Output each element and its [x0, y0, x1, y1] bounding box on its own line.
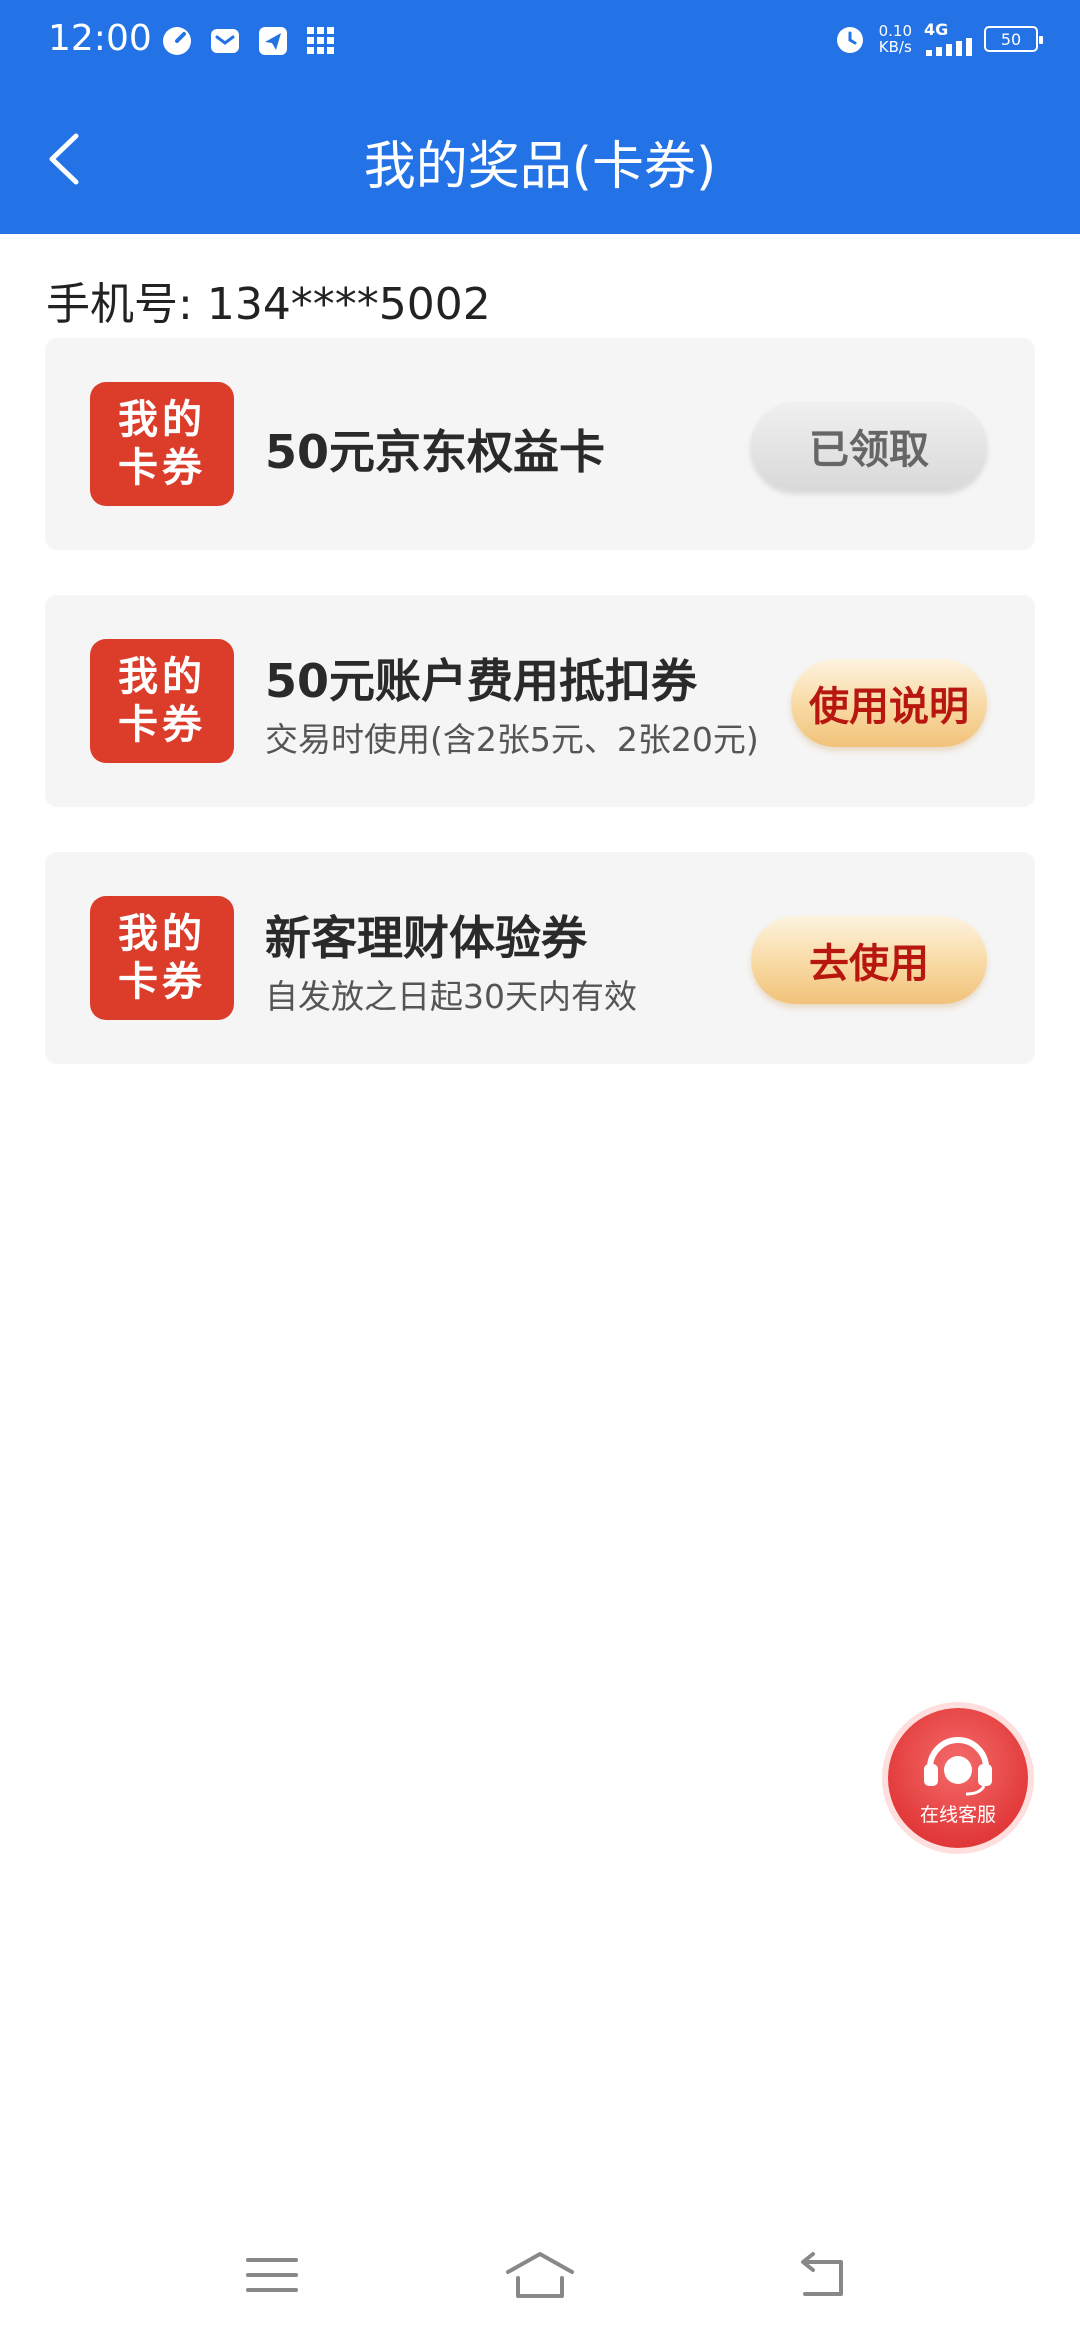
use-now-button[interactable]: 去使用	[751, 916, 987, 1004]
coupon-subtitle: 交易时使用(含2张5元、2张20元)	[265, 720, 759, 759]
coupon-subtitle: 自发放之日起30天内有效	[265, 977, 637, 1016]
coupon-title: 新客理财体验券	[265, 911, 587, 965]
phone-number: 134****5002	[206, 279, 491, 330]
send-icon	[259, 27, 287, 55]
network-speed: 0.10 KB/s	[879, 23, 912, 55]
back-icon[interactable]	[795, 2250, 855, 2300]
coupon-title: 50元账户费用抵扣券	[265, 654, 698, 708]
badge-line-1: 我的	[118, 911, 206, 957]
alarm-icon	[836, 27, 863, 53]
network-speed-value: 0.10	[878, 22, 912, 40]
badge-line-1: 我的	[118, 654, 206, 700]
speedometer-icon	[163, 27, 191, 55]
badge-line-2: 卡券	[118, 702, 206, 748]
notification-icons	[160, 24, 338, 58]
coupon-card: 我的 卡券 50元京东权益卡 已领取	[45, 338, 1035, 550]
badge-line-2: 卡券	[118, 959, 206, 1005]
battery-indicator: 50	[984, 26, 1043, 52]
coupon-title: 50元京东权益卡	[265, 425, 606, 479]
menu-icon[interactable]	[242, 2250, 302, 2300]
status-bar: 12:00 0.10 KB/s 4G 50	[0, 0, 1080, 84]
network-type: 4G	[924, 20, 949, 39]
badge-line-2: 卡券	[118, 445, 206, 491]
phone-number-row: 手机号: 134****5002	[46, 268, 491, 332]
online-service-label: 在线客服	[919, 1804, 996, 1826]
nav-bar: 我的奖品(卡券)	[0, 84, 1080, 234]
coupon-badge: 我的 卡券	[90, 639, 234, 763]
status-right-cluster: 0.10 KB/s 4G 50	[833, 22, 1043, 56]
coupon-card: 我的 卡券 50元账户费用抵扣券 交易时使用(含2张5元、2张20元) 使用说明	[45, 595, 1035, 807]
grid-icon	[307, 27, 334, 54]
coupon-card: 我的 卡券 新客理财体验券 自发放之日起30天内有效 去使用	[45, 852, 1035, 1064]
status-time: 12:00	[48, 18, 152, 59]
app-header: 12:00 0.10 KB/s 4G 50 我的奖品(卡券)	[0, 0, 1080, 234]
signal-icon	[926, 38, 972, 56]
cellular-group: 4G	[924, 22, 972, 56]
home-icon[interactable]	[500, 2250, 580, 2300]
online-service-button[interactable]: 在线客服	[888, 1708, 1028, 1848]
badge-line-1: 我的	[118, 397, 206, 443]
mail-icon	[211, 29, 239, 53]
coupon-badge: 我的 卡券	[90, 896, 234, 1020]
claimed-button[interactable]: 已领取	[751, 402, 987, 490]
coupon-badge: 我的 卡券	[90, 382, 234, 506]
phone-label: 手机号:	[46, 279, 193, 330]
headset-icon	[924, 1737, 992, 1796]
usage-instructions-button[interactable]: 使用说明	[791, 659, 987, 747]
network-speed-unit: KB/s	[878, 38, 912, 56]
system-nav-bar	[0, 2230, 1080, 2320]
page-title: 我的奖品(卡券)	[363, 137, 717, 197]
